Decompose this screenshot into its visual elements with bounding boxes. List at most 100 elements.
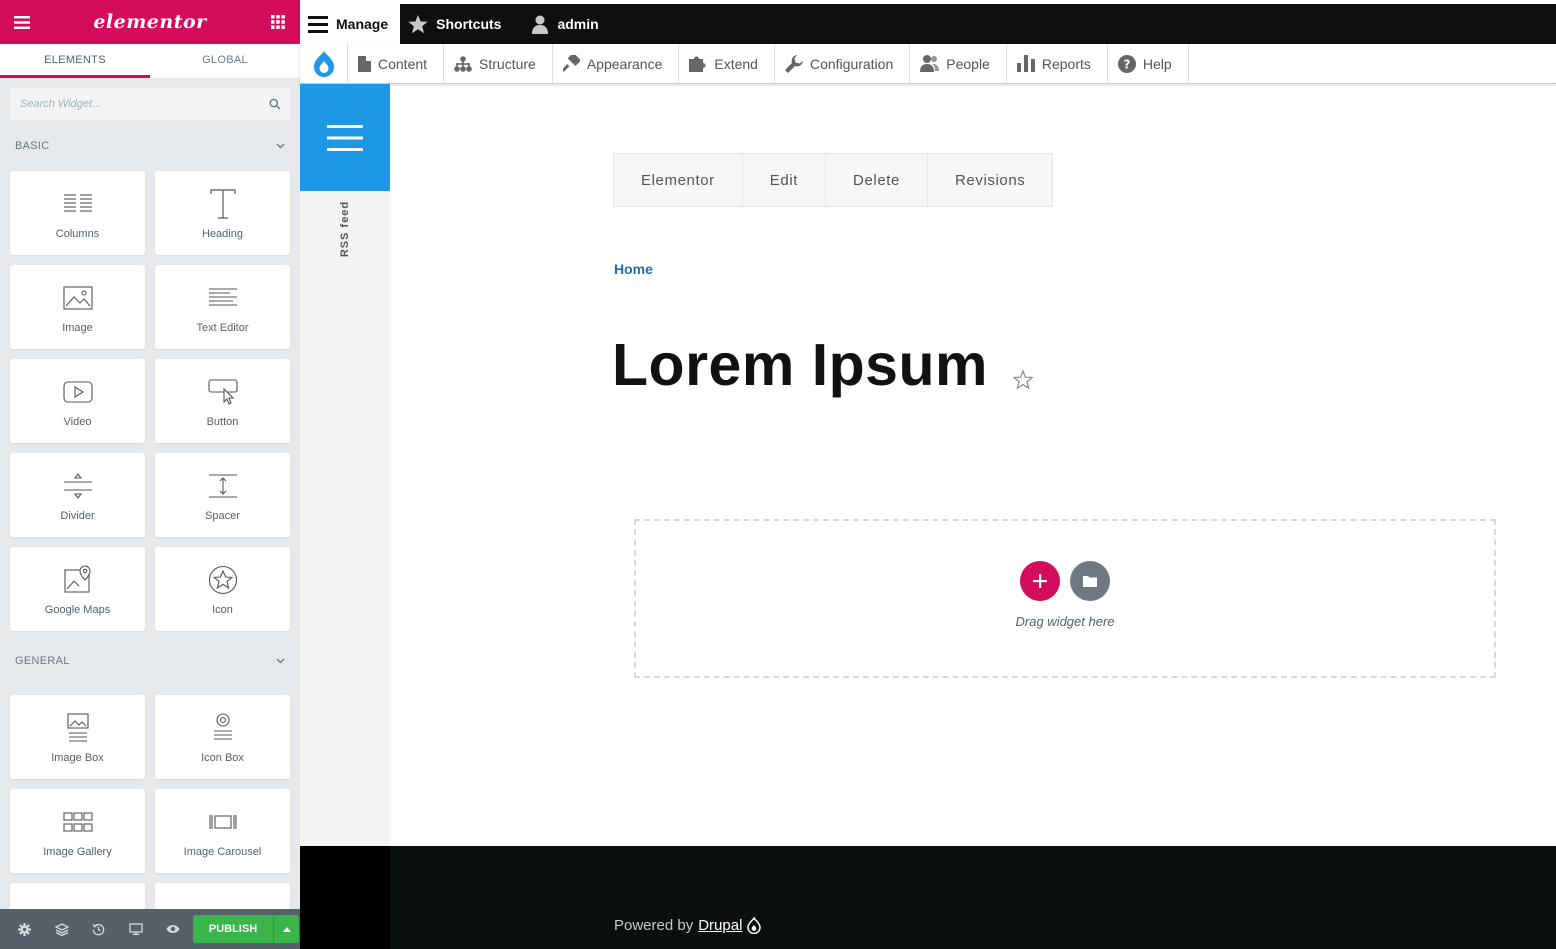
widget-search: [10, 88, 290, 120]
search-icon: [268, 98, 280, 110]
widget-text-editor[interactable]: Text Editor: [155, 265, 290, 349]
tray-appearance[interactable]: Appearance: [553, 44, 680, 83]
chevron-down-icon: [276, 658, 285, 664]
tray-content[interactable]: Content: [348, 44, 445, 83]
publish-options-caret-icon[interactable]: [273, 915, 299, 943]
category-basic[interactable]: BASIC: [0, 130, 300, 162]
hamburger-menu-icon[interactable]: [12, 12, 32, 32]
widget-label: Columns: [55, 228, 100, 240]
widget-spacer[interactable]: Spacer: [155, 453, 290, 537]
widget-image[interactable]: Image: [10, 265, 145, 349]
panel-footer: PUBLISH: [0, 909, 300, 949]
paintbrush-icon: [562, 55, 580, 72]
widget-google-maps[interactable]: Google Maps: [10, 547, 145, 631]
preview-eye-icon[interactable]: [154, 909, 191, 949]
tray-structure[interactable]: Structure: [444, 44, 553, 83]
panel-tabs: ELEMENTS GLOBAL: [0, 44, 300, 78]
spacer-icon: [208, 468, 238, 504]
tray-people[interactable]: People: [910, 44, 1007, 83]
tray-label: People: [946, 55, 990, 72]
drag-widget-hint: Drag widget here: [1015, 614, 1115, 629]
drupal-logo-icon[interactable]: [300, 44, 348, 83]
file-icon: [358, 55, 371, 72]
toolbar-shortcuts[interactable]: Shortcuts: [400, 4, 513, 44]
site-menu-toggle[interactable]: [300, 84, 390, 191]
drupal-toolbar-bar: Manage Shortcuts admin: [300, 4, 1556, 44]
widget-video[interactable]: Video: [10, 359, 145, 443]
settings-gear-icon[interactable]: [6, 909, 43, 949]
widget-drop-zone[interactable]: [634, 519, 1496, 678]
toolbar-manage-label: Manage: [336, 16, 389, 32]
powered-by: Powered by Drupal: [614, 917, 762, 934]
tab-elements[interactable]: ELEMENTS: [0, 44, 150, 78]
widget-columns[interactable]: Columns: [10, 171, 145, 255]
widget-label: Image Gallery: [43, 846, 112, 858]
elementor-panel: elementor ELEMENTS GLOBAL BASIC Columns: [0, 0, 300, 949]
task-revisions[interactable]: Revisions: [928, 154, 1052, 206]
drupal-link[interactable]: Drupal: [698, 917, 742, 934]
sitemap-icon: [454, 55, 472, 72]
apps-grid-icon[interactable]: [268, 12, 288, 32]
drupal-toolbar-tray: Content Structure Appearance Extend Conf…: [300, 44, 1556, 84]
responsive-desktop-icon[interactable]: [117, 909, 154, 949]
toolbar-user[interactable]: admin: [513, 4, 610, 44]
tab-global[interactable]: GLOBAL: [150, 44, 300, 78]
widget-image-box[interactable]: Image Box: [10, 695, 145, 779]
hamburger-icon: [327, 124, 363, 151]
add-section-plus-icon[interactable]: [1020, 561, 1060, 601]
widget-label: Divider: [60, 510, 95, 522]
chevron-down-icon: [276, 143, 285, 149]
rss-feed-label: RSS feed: [339, 200, 352, 258]
widget-heading[interactable]: Heading: [155, 171, 290, 255]
template-library-folder-icon[interactable]: [1070, 561, 1110, 601]
publish-button[interactable]: PUBLISH: [193, 915, 273, 943]
tray-help[interactable]: ? Help: [1108, 44, 1189, 83]
navigator-layers-icon[interactable]: [43, 909, 80, 949]
task-edit[interactable]: Edit: [743, 154, 827, 206]
tray-reports[interactable]: Reports: [1007, 44, 1108, 83]
basic-widgets: Columns Heading Image Text Editor Video: [0, 171, 300, 631]
task-delete[interactable]: Delete: [826, 154, 928, 206]
widget-icon-box[interactable]: Icon Box: [155, 695, 290, 779]
widget-image-gallery[interactable]: Image Gallery: [10, 789, 145, 873]
columns-icon: [63, 186, 93, 222]
rss-feed-link[interactable]: RSS feed: [331, 194, 359, 264]
widget-button[interactable]: Button: [155, 359, 290, 443]
heading-icon: [209, 186, 237, 222]
local-tasks: Elementor Edit Delete Revisions: [613, 153, 1054, 207]
star-icon: [408, 14, 428, 33]
toolbar-manage[interactable]: Manage: [300, 4, 401, 44]
elementor-logo: elementor: [93, 11, 207, 33]
tray-extend[interactable]: Extend: [679, 44, 775, 83]
favorite-star-icon[interactable]: [1012, 369, 1034, 391]
category-general[interactable]: GENERAL: [0, 645, 300, 677]
panel-header: elementor: [0, 0, 300, 44]
widget-label: Icon Box: [201, 752, 244, 764]
footer-strip: [300, 846, 390, 949]
history-icon[interactable]: [80, 909, 117, 949]
widget-label: Heading: [202, 228, 243, 240]
widget-label: Video: [63, 416, 92, 428]
tray-label: Configuration: [809, 55, 894, 72]
breadcrumb-home[interactable]: Home: [614, 261, 653, 277]
divider-icon: [63, 468, 93, 504]
widget-icon[interactable]: Icon: [155, 547, 290, 631]
task-elementor[interactable]: Elementor: [614, 154, 743, 206]
site-footer: [390, 846, 1556, 949]
widget-label: Image: [62, 322, 93, 334]
toolbar-shortcuts-label: Shortcuts: [436, 16, 502, 32]
icon-box-icon: [211, 710, 235, 746]
tray-label: Extend: [714, 55, 758, 72]
widget-search-input[interactable]: [20, 98, 269, 110]
carousel-icon: [208, 804, 238, 840]
tray-label: Content: [378, 55, 428, 72]
widget-label: Image Box: [51, 752, 104, 764]
tray-configuration[interactable]: Configuration: [775, 44, 911, 83]
widget-label: Image Carousel: [183, 846, 262, 858]
widget-label: Spacer: [205, 510, 240, 522]
widget-label: Text Editor: [196, 322, 249, 334]
category-title: GENERAL: [15, 655, 70, 667]
widget-image-carousel[interactable]: Image Carousel: [155, 789, 290, 873]
widget-divider[interactable]: Divider: [10, 453, 145, 537]
drupal-drop-icon: [747, 917, 762, 934]
